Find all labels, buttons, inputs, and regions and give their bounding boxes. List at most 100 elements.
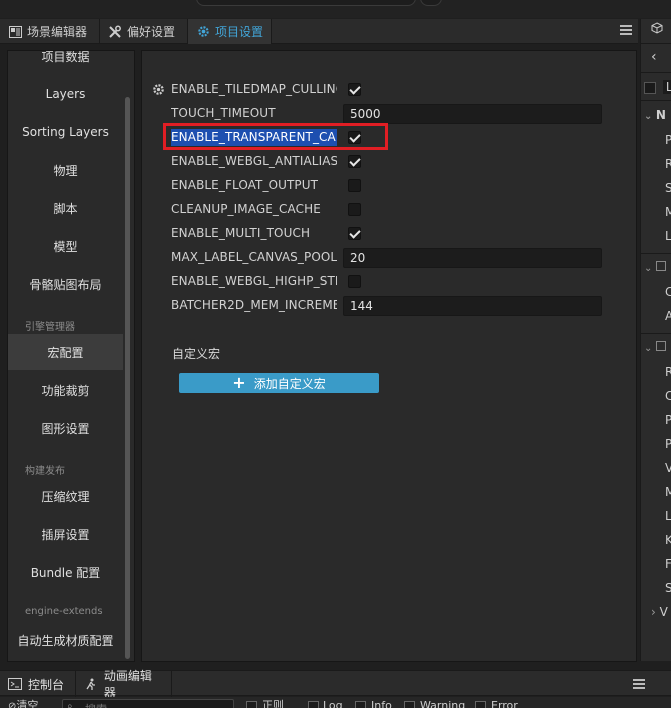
macro-row: ENABLE_TILEDMAP_CULLING — [142, 78, 636, 102]
inspector-node-header: L — [644, 80, 671, 94]
macro-row: ENABLE_WEBGL_HIGHP_STRUCT_VALUES — [142, 270, 636, 294]
macro-checkbox[interactable] — [348, 275, 361, 288]
chevron-left-icon[interactable]: ‹ — [651, 49, 671, 65]
settings-sidebar: 项目数据 Layers Sorting Layers 物理 脚本 模型 骨骼贴图… — [7, 50, 135, 662]
tab-scene-editor[interactable]: 场景编辑器 — [0, 19, 100, 44]
sidebar-item-scripts[interactable]: 脚本 — [8, 190, 123, 226]
macro-row: MAX_LABEL_CANVAS_POOL_SIZE 20 — [142, 246, 636, 270]
search-icon: ⌕ — [67, 701, 73, 708]
console-search-input[interactable]: ⌕ 搜索 — [62, 699, 234, 708]
sidebar-item-model[interactable]: 模型 — [8, 228, 123, 264]
gear-icon[interactable] — [152, 83, 165, 96]
prop-label: M — [665, 485, 671, 499]
prop-label: S — [665, 581, 671, 595]
prop-label: P — [665, 413, 671, 427]
regex-checkbox[interactable] — [246, 701, 257, 708]
macro-name: ENABLE_MULTI_TOUCH — [171, 226, 311, 240]
tab-preferences[interactable]: 偏好设置 — [100, 19, 188, 44]
warning-checkbox[interactable] — [404, 701, 415, 708]
component-header[interactable]: ⌄ — [644, 340, 671, 354]
prop-label: F — [665, 557, 671, 571]
terminal-icon — [8, 678, 22, 690]
prop-label: S — [665, 181, 671, 195]
macro-checkbox[interactable] — [348, 203, 361, 216]
sidebar-item-auto-material-config[interactable]: 自动生成材质配置 — [8, 622, 123, 658]
sidebar-item-splash-settings[interactable]: 插屏设置 — [8, 516, 123, 552]
macro-number-input[interactable]: 20 — [343, 248, 602, 268]
tab-console[interactable]: 控制台 — [0, 671, 76, 697]
macro-checkbox[interactable] — [348, 83, 361, 96]
tab-project-settings[interactable]: 项目设置 — [188, 19, 272, 44]
macro-checkbox[interactable] — [348, 155, 361, 168]
warning-label: Warning — [420, 699, 466, 708]
sidebar-group-build-publish: 构建发布 — [25, 466, 65, 477]
tools-icon — [108, 25, 122, 39]
prop-label: R — [665, 157, 671, 171]
sidebar-group-engine-extends: engine-extends — [25, 606, 103, 617]
tab-animation-editor[interactable]: 动画编辑器 — [76, 669, 172, 700]
sidebar-item-texture-compression[interactable]: 压缩纹理 — [8, 478, 123, 514]
error-checkbox[interactable] — [475, 701, 486, 708]
prop-row-collapsed[interactable]: › V — [651, 605, 671, 619]
prop-label: L — [665, 229, 671, 243]
running-figure-icon — [84, 678, 98, 690]
annotation-highlight-box — [163, 123, 388, 150]
inspector-panel: ‹ L ⌄ N P R S M L ⌄ C A ⌄ R C P P V M L … — [640, 19, 671, 661]
prop-label: K — [665, 533, 671, 547]
macro-row: ENABLE_WEBGL_ANTIALIAS — [142, 150, 636, 174]
sidebar-scrollbar[interactable] — [125, 97, 130, 659]
cube-icon — [651, 22, 671, 37]
toolbar-pill-small[interactable] — [420, 0, 442, 6]
macro-name: CLEANUP_IMAGE_CACHE — [171, 202, 321, 216]
sidebar-item-skeleton-layout[interactable]: 骨骼贴图布局 — [8, 266, 123, 302]
macro-name: BATCHER2D_MEM_INCREMENT — [171, 298, 337, 312]
sidebar-item-macro-config[interactable]: 宏配置 — [8, 334, 123, 370]
tab-label: 控制台 — [28, 677, 65, 692]
component-header[interactable]: ⌄ — [644, 260, 671, 274]
node-active-checkbox[interactable] — [644, 81, 656, 94]
sidebar-item-feature-cropping[interactable]: 功能裁剪 — [8, 372, 123, 408]
clear-button[interactable]: ⊘清空 — [8, 700, 38, 708]
tab-label: 项目设置 — [215, 25, 264, 39]
macro-name: TOUCH_TIMEOUT — [171, 106, 276, 120]
macro-name: MAX_LABEL_CANVAS_POOL_SIZE — [171, 250, 337, 264]
log-checkbox[interactable] — [308, 701, 319, 708]
sidebar-item-project-data[interactable]: 项目数据 — [8, 51, 123, 74]
macro-row: BATCHER2D_MEM_INCREMENT 144 — [142, 294, 636, 318]
macro-row: CLEANUP_IMAGE_CACHE — [142, 198, 636, 222]
sidebar-item-layers[interactable]: Layers — [8, 76, 123, 112]
hamburger-menu-icon[interactable] — [633, 679, 645, 689]
sidebar-item-physics[interactable]: 物理 — [8, 152, 123, 188]
bottom-tabbar: 控制台 动画编辑器 — [0, 669, 671, 700]
prop-label: P — [665, 437, 671, 451]
macro-name: ENABLE_WEBGL_ANTIALIAS — [171, 154, 337, 168]
gear-icon — [196, 25, 210, 39]
prop-label: L — [665, 509, 671, 523]
macro-name: ENABLE_WEBGL_HIGHP_STRUCT_VALUES — [171, 274, 337, 288]
section-header[interactable]: ⌄ N — [644, 108, 671, 122]
film-icon — [8, 25, 22, 39]
macro-checkbox[interactable] — [348, 227, 361, 240]
toolbar-pill[interactable] — [196, 0, 416, 6]
macro-number-input[interactable]: 144 — [343, 296, 602, 316]
log-label: Log — [323, 699, 343, 708]
macro-row: ENABLE_MULTI_TOUCH — [142, 222, 636, 246]
editor-tabbar: 场景编辑器 偏好设置 项目设置 — [0, 19, 638, 44]
prop-label: R — [665, 365, 671, 379]
hamburger-menu-icon[interactable] — [620, 25, 632, 35]
plus-icon: + — [232, 373, 246, 392]
macro-checkbox[interactable] — [348, 179, 361, 192]
button-label: 添加自定义宏 — [253, 376, 326, 391]
prop-label: C — [665, 389, 671, 403]
info-label: Info — [371, 699, 392, 708]
sidebar-item-sorting-layers[interactable]: Sorting Layers — [8, 114, 123, 150]
add-custom-macro-button[interactable]: + 添加自定义宏 — [179, 373, 379, 393]
tab-label: 偏好设置 — [127, 25, 176, 39]
top-toolbar-strip — [0, 0, 671, 18]
sidebar-item-bundle-config[interactable]: Bundle 配置 — [8, 554, 123, 590]
sidebar-group-engine-manager: 引擎管理器 — [25, 322, 75, 333]
macro-name: ENABLE_TILEDMAP_CULLING — [171, 82, 337, 96]
macro-number-input[interactable]: 5000 — [343, 104, 602, 124]
info-checkbox[interactable] — [355, 701, 366, 708]
sidebar-item-graphics-settings[interactable]: 图形设置 — [8, 410, 123, 446]
